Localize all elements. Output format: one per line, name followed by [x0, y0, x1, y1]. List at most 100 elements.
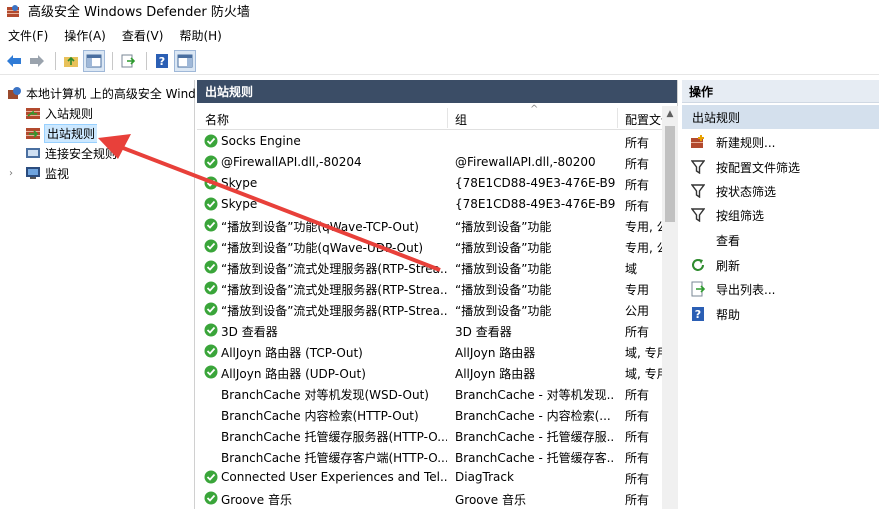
- table-row[interactable]: BranchCache 对等机发现(WSD-Out) BranchCache - …: [197, 383, 662, 404]
- rule-name: BranchCache 内容检索(HTTP-Out): [221, 409, 419, 423]
- menu-action[interactable]: 操作(A): [60, 27, 110, 44]
- action-new-rule-0[interactable]: 新建规则...: [682, 131, 775, 153]
- rule-group: “播放到设备”功能: [455, 304, 552, 318]
- rule-profile: 专用, 公: [625, 220, 662, 234]
- rule-group: “播放到设备”功能: [455, 220, 552, 234]
- table-row[interactable]: @FirewallAPI.dll,-80204 @FirewallAPI.dll,…: [197, 152, 662, 173]
- expand-chevron-icon[interactable]: ›: [9, 168, 21, 179]
- refresh-icon: [690, 257, 706, 273]
- action-filter-3[interactable]: 按组筛选: [682, 204, 764, 226]
- action-help-7[interactable]: ? 帮助: [682, 303, 740, 325]
- outbound-rules-icon: [25, 126, 41, 140]
- tree-item-inbound-rules[interactable]: 入站规则: [25, 103, 93, 123]
- table-row[interactable]: Groove 音乐 Groove 音乐 所有: [197, 488, 662, 509]
- enabled-check-icon: [204, 155, 218, 169]
- help-icon: ?: [690, 306, 706, 322]
- enabled-check-icon: [204, 365, 218, 379]
- rule-name: AllJoyn 路由器 (TCP-Out): [221, 346, 363, 360]
- tree-item-monitoring[interactable]: › 监视: [9, 163, 69, 183]
- rule-group: Groove 音乐: [455, 493, 526, 507]
- rule-group: BranchCache - 托管缓存服...: [455, 430, 615, 444]
- table-row[interactable]: AllJoyn 路由器 (TCP-Out) AllJoyn 路由器 域, 专用: [197, 341, 662, 362]
- help-icon[interactable]: ?: [152, 51, 172, 71]
- table-row[interactable]: 3D 查看器 3D 查看器 所有: [197, 320, 662, 341]
- vertical-scrollbar[interactable]: ▲: [662, 106, 678, 509]
- menu-help[interactable]: 帮助(H): [175, 27, 225, 44]
- rule-profile: 域, 专用: [625, 346, 662, 360]
- rule-profile: 所有: [625, 451, 650, 465]
- action-refresh-5[interactable]: 刷新: [682, 254, 740, 276]
- show-hide-tree-icon[interactable]: [83, 49, 105, 72]
- rule-name: Groove 音乐: [221, 493, 292, 507]
- table-row[interactable]: “播放到设备”流式处理服务器(RTP-Strea... “播放到设备”功能 公用: [197, 299, 662, 320]
- rule-name: BranchCache 对等机发现(WSD-Out): [221, 388, 429, 402]
- tree-item-label: 监视: [45, 166, 70, 181]
- rule-group: AllJoyn 路由器: [455, 346, 536, 360]
- action-filter-2[interactable]: 按状态筛选: [682, 180, 776, 202]
- toolbar-separator: [55, 51, 56, 70]
- column-header-name[interactable]: 名称: [205, 111, 229, 128]
- menu-bar: 文件(F) 操作(A) 查看(V) 帮助(H): [0, 24, 879, 46]
- column-separator[interactable]: [617, 108, 618, 128]
- forward-icon[interactable]: [27, 51, 47, 71]
- rule-name: @FirewallAPI.dll,-80204: [221, 155, 362, 169]
- rule-name: 3D 查看器: [221, 325, 278, 339]
- rule-group: “播放到设备”功能: [455, 241, 552, 255]
- rule-profile: 所有: [625, 199, 650, 213]
- table-row[interactable]: “播放到设备”流式处理服务器(RTP-Strea... “播放到设备”功能 域: [197, 257, 662, 278]
- table-row[interactable]: “播放到设备”功能(qWave-UDP-Out) “播放到设备”功能 专用, 公: [197, 236, 662, 257]
- enabled-check-icon: [204, 281, 218, 295]
- tree-item-label: 入站规则: [45, 106, 94, 121]
- action-label: 刷新: [716, 258, 741, 273]
- rules-list-pane: 出站规则 名称 组 ^ 配置文件 Socks Engine所有@Firewall…: [197, 80, 678, 509]
- rule-group: BranchCache - 对等机发现...: [455, 388, 615, 402]
- rule-group: {78E1CD88-49E3-476E-B9...: [455, 197, 615, 211]
- table-row[interactable]: BranchCache 托管缓存客户端(HTTP-O... BranchCache…: [197, 446, 662, 467]
- table-row[interactable]: “播放到设备”功能(qWave-TCP-Out) “播放到设备”功能 专用, 公: [197, 215, 662, 236]
- rule-name: “播放到设备”流式处理服务器(RTP-Strea...: [221, 283, 447, 297]
- rule-group: BranchCache - 内容检索(...: [455, 409, 611, 423]
- scroll-up-icon[interactable]: ▲: [662, 106, 678, 123]
- tree-item-outbound-rules[interactable]: 出站规则: [25, 123, 98, 143]
- rule-name: “播放到设备”功能(qWave-UDP-Out): [221, 241, 424, 255]
- monitoring-icon: [25, 166, 41, 180]
- table-row[interactable]: BranchCache 托管缓存服务器(HTTP-O... BranchCache…: [197, 425, 662, 446]
- sort-ascending-icon: ^: [530, 104, 539, 115]
- column-header-group[interactable]: 组: [455, 111, 467, 128]
- table-row[interactable]: Socks Engine 所有: [197, 131, 662, 152]
- tree-item-connection-security-rules[interactable]: 连接安全规则: [25, 143, 117, 163]
- rule-name: BranchCache 托管缓存客户端(HTTP-O...: [221, 451, 447, 465]
- action-view-4[interactable]: 查看: [682, 229, 740, 251]
- tree-item-label: 出站规则: [43, 123, 98, 143]
- scrollbar-thumb[interactable]: [665, 126, 675, 222]
- rule-name: Skype: [221, 176, 258, 190]
- column-headers: 名称 组 ^ 配置文件: [197, 104, 662, 130]
- rule-profile: 域: [625, 262, 638, 276]
- actions-pane: 操作 出站规则 新建规则... 按配置文件筛选 按状态筛选 按组筛选 查看 刷新 导出列表.…: [682, 80, 879, 509]
- table-row[interactable]: AllJoyn 路由器 (UDP-Out) AllJoyn 路由器 域, 专用: [197, 362, 662, 383]
- enabled-check-icon: [204, 344, 218, 358]
- actions-section-outbound-rules[interactable]: 出站规则: [682, 105, 879, 129]
- table-row[interactable]: Connected User Experiences and Tel... Dia…: [197, 467, 662, 488]
- connection-security-icon: [25, 146, 41, 160]
- action-filter-1[interactable]: 按配置文件筛选: [682, 156, 800, 178]
- title-bar: 高级安全 Windows Defender 防火墙: [0, 0, 879, 21]
- rule-profile: 所有: [625, 157, 650, 171]
- back-icon[interactable]: [4, 51, 24, 71]
- action-export-6[interactable]: 导出列表...: [682, 278, 775, 300]
- table-row[interactable]: Skype {78E1CD88-49E3-476E-B9... 所有: [197, 173, 662, 194]
- show-hide-action-pane-icon[interactable]: [174, 49, 196, 72]
- folder-up-icon[interactable]: [61, 51, 81, 71]
- table-row[interactable]: BranchCache 内容检索(HTTP-Out) BranchCache - …: [197, 404, 662, 425]
- filter-icon: [690, 159, 706, 175]
- menu-file[interactable]: 文件(F): [4, 27, 52, 44]
- menu-view[interactable]: 查看(V): [118, 27, 168, 44]
- column-separator[interactable]: [447, 108, 448, 128]
- tree-root[interactable]: 本地计算机 上的高级安全 Windows Defender 防火墙: [6, 83, 195, 103]
- enabled-check-icon: [204, 260, 218, 274]
- filter-icon: [690, 207, 706, 223]
- column-header-profile[interactable]: 配置文件: [625, 111, 662, 128]
- export-icon[interactable]: [118, 51, 138, 71]
- table-row[interactable]: Skype {78E1CD88-49E3-476E-B9... 所有: [197, 194, 662, 215]
- table-row[interactable]: “播放到设备”流式处理服务器(RTP-Strea... “播放到设备”功能 专用: [197, 278, 662, 299]
